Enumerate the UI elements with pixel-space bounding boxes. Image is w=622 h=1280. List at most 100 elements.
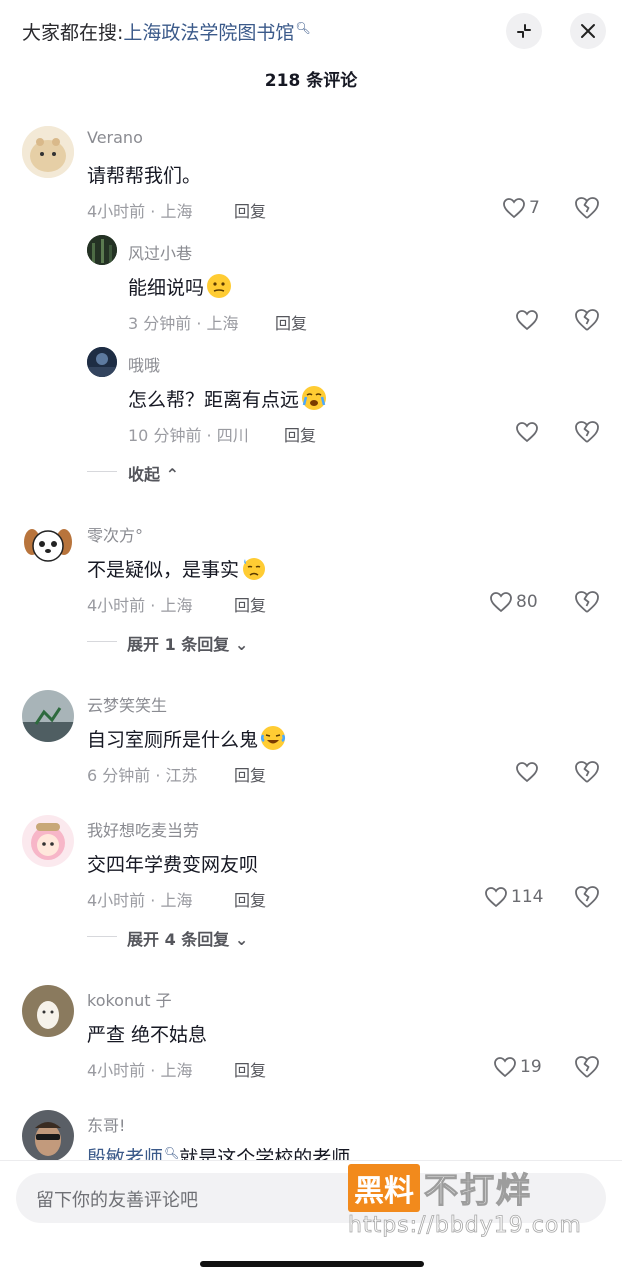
reply-button[interactable]: 回复 (234, 592, 266, 616)
comment-text: 不是疑似，是事实 (87, 555, 267, 582)
broken-heart-icon (575, 886, 599, 908)
comment-text-content: 自习室厕所是什么鬼 (87, 729, 259, 751)
heart-icon (485, 887, 507, 908)
like-button[interactable]: 7 (502, 194, 540, 222)
thinking-emoji-icon (207, 274, 232, 298)
heart-icon (516, 422, 538, 443)
chevron-down-icon: ⌄ (234, 930, 249, 949)
like-button[interactable]: 80 (489, 588, 538, 616)
reply-button[interactable]: 回复 (284, 422, 316, 446)
comment-input-placeholder: 留下你的友善评论吧 (36, 1190, 198, 1211)
comment-username[interactable]: 风过小巷 (128, 240, 192, 264)
dislike-button[interactable] (573, 194, 601, 222)
comment-meta: 4小时前 · 上海 (87, 1061, 193, 1080)
comment-text: 能细说吗 (128, 273, 232, 300)
dislike-button[interactable] (573, 306, 601, 334)
reply-button[interactable]: 回复 (234, 887, 266, 911)
search-icon: 🔍︎ (295, 20, 311, 35)
watermark-url: https://bbdy19.com (348, 1213, 582, 1239)
thread-divider (87, 641, 117, 642)
avatar-image (22, 985, 74, 1037)
like-button[interactable]: 114 (484, 883, 543, 911)
dislike-button[interactable] (573, 758, 601, 786)
heart-icon (503, 198, 525, 219)
reply-button[interactable]: 回复 (275, 310, 307, 334)
watermark-badge: 黑料 (348, 1163, 420, 1212)
minimize-icon (517, 24, 531, 38)
broken-heart-icon (575, 421, 599, 443)
like-count: 7 (529, 198, 540, 218)
heart-icon (494, 1057, 516, 1078)
like-button[interactable]: 19 (493, 1053, 542, 1081)
broken-heart-icon (575, 591, 599, 613)
collapse-replies-button[interactable]: 收起 ⌃ (128, 461, 179, 485)
reply-button[interactable]: 回复 (234, 762, 266, 786)
comment-text-content: 怎么帮？距离有点远 (128, 389, 300, 411)
dislike-button[interactable] (573, 1053, 601, 1081)
avatar-image (22, 126, 74, 178)
thread-divider (87, 936, 117, 937)
comment-text: 怎么帮？距离有点远 (128, 385, 327, 412)
comment-username[interactable]: 哦哦 (128, 352, 160, 376)
search-icon: 🔍︎ (164, 1145, 180, 1160)
like-button[interactable] (515, 418, 542, 446)
comment-meta: 4小时前 · 上海 (87, 891, 193, 910)
avatar[interactable] (22, 985, 74, 1037)
close-icon (581, 24, 595, 38)
comment-meta: 10 分钟前 · 四川 (128, 426, 249, 445)
comment-text: 自习室厕所是什么鬼 (87, 725, 286, 752)
home-indicator (200, 1261, 424, 1267)
broken-heart-icon (575, 197, 599, 219)
search-suggestion-term[interactable]: 上海政法学院图书馆 (123, 22, 294, 44)
comment-username[interactable]: 云梦笑笑生 (87, 692, 167, 716)
comment-text: 请帮帮我们。 (87, 165, 202, 187)
reply-button[interactable]: 回复 (234, 1057, 266, 1081)
dislike-button[interactable] (573, 883, 601, 911)
broken-heart-icon (575, 309, 599, 331)
avatar[interactable] (22, 520, 74, 572)
comment-username[interactable]: 我好想吃麦当劳 (87, 817, 199, 841)
expand-replies-button[interactable]: 展开 1 条回复 ⌄ (127, 631, 248, 655)
like-count: 80 (516, 592, 538, 612)
like-button[interactable] (515, 758, 542, 786)
dislike-button[interactable] (573, 418, 601, 446)
like-count: 19 (520, 1057, 542, 1077)
comment-text: 交四年学费变网友呗 (87, 854, 259, 876)
heart-icon (516, 762, 538, 783)
avatar-image (22, 1110, 74, 1162)
like-button[interactable] (515, 306, 542, 334)
avatar-image (87, 347, 117, 377)
collapse-button[interactable] (506, 13, 542, 49)
comment-username[interactable]: Verano (87, 128, 143, 147)
reply-button[interactable]: 回复 (234, 198, 266, 222)
crying-emoji-icon (302, 386, 327, 410)
expand-label: 展开 4 条回复 (127, 930, 230, 949)
comment-meta: 4小时前 · 上海 (87, 202, 193, 221)
chevron-up-icon: ⌃ (165, 465, 179, 484)
comment-text-content: 不是疑似，是事实 (87, 559, 240, 581)
comment-meta: 6 分钟前 · 江苏 (87, 766, 198, 785)
avatar-image (22, 815, 74, 867)
comment-username[interactable]: 东哥! (87, 1112, 125, 1136)
expand-replies-button[interactable]: 展开 4 条回复 ⌄ (127, 926, 248, 950)
close-button[interactable] (570, 13, 606, 49)
watermark: 黑料 不打烊 (348, 1163, 532, 1212)
watermark-text: 不打烊 (423, 1170, 532, 1211)
search-suggestion-label: 大家都在搜: (22, 22, 124, 44)
avatar[interactable] (87, 347, 117, 377)
avatar[interactable] (87, 235, 117, 265)
avatar[interactable] (22, 1110, 74, 1162)
expand-label: 展开 1 条回复 (127, 635, 230, 654)
avatar[interactable] (22, 690, 74, 742)
comment-username[interactable]: kokonut 子 (87, 987, 172, 1011)
search-suggestion[interactable]: 大家都在搜:上海政法学院图书馆🔍︎ (22, 18, 311, 45)
comment-text-content: 能细说吗 (128, 277, 205, 299)
comment-username[interactable]: 零次方° (87, 522, 143, 546)
dislike-button[interactable] (573, 588, 601, 616)
avatar-image (22, 690, 74, 742)
sad-sweat-emoji-icon (243, 558, 266, 580)
broken-heart-icon (575, 1056, 599, 1078)
chevron-down-icon: ⌄ (234, 635, 249, 654)
avatar[interactable] (22, 815, 74, 867)
avatar[interactable] (22, 126, 74, 178)
